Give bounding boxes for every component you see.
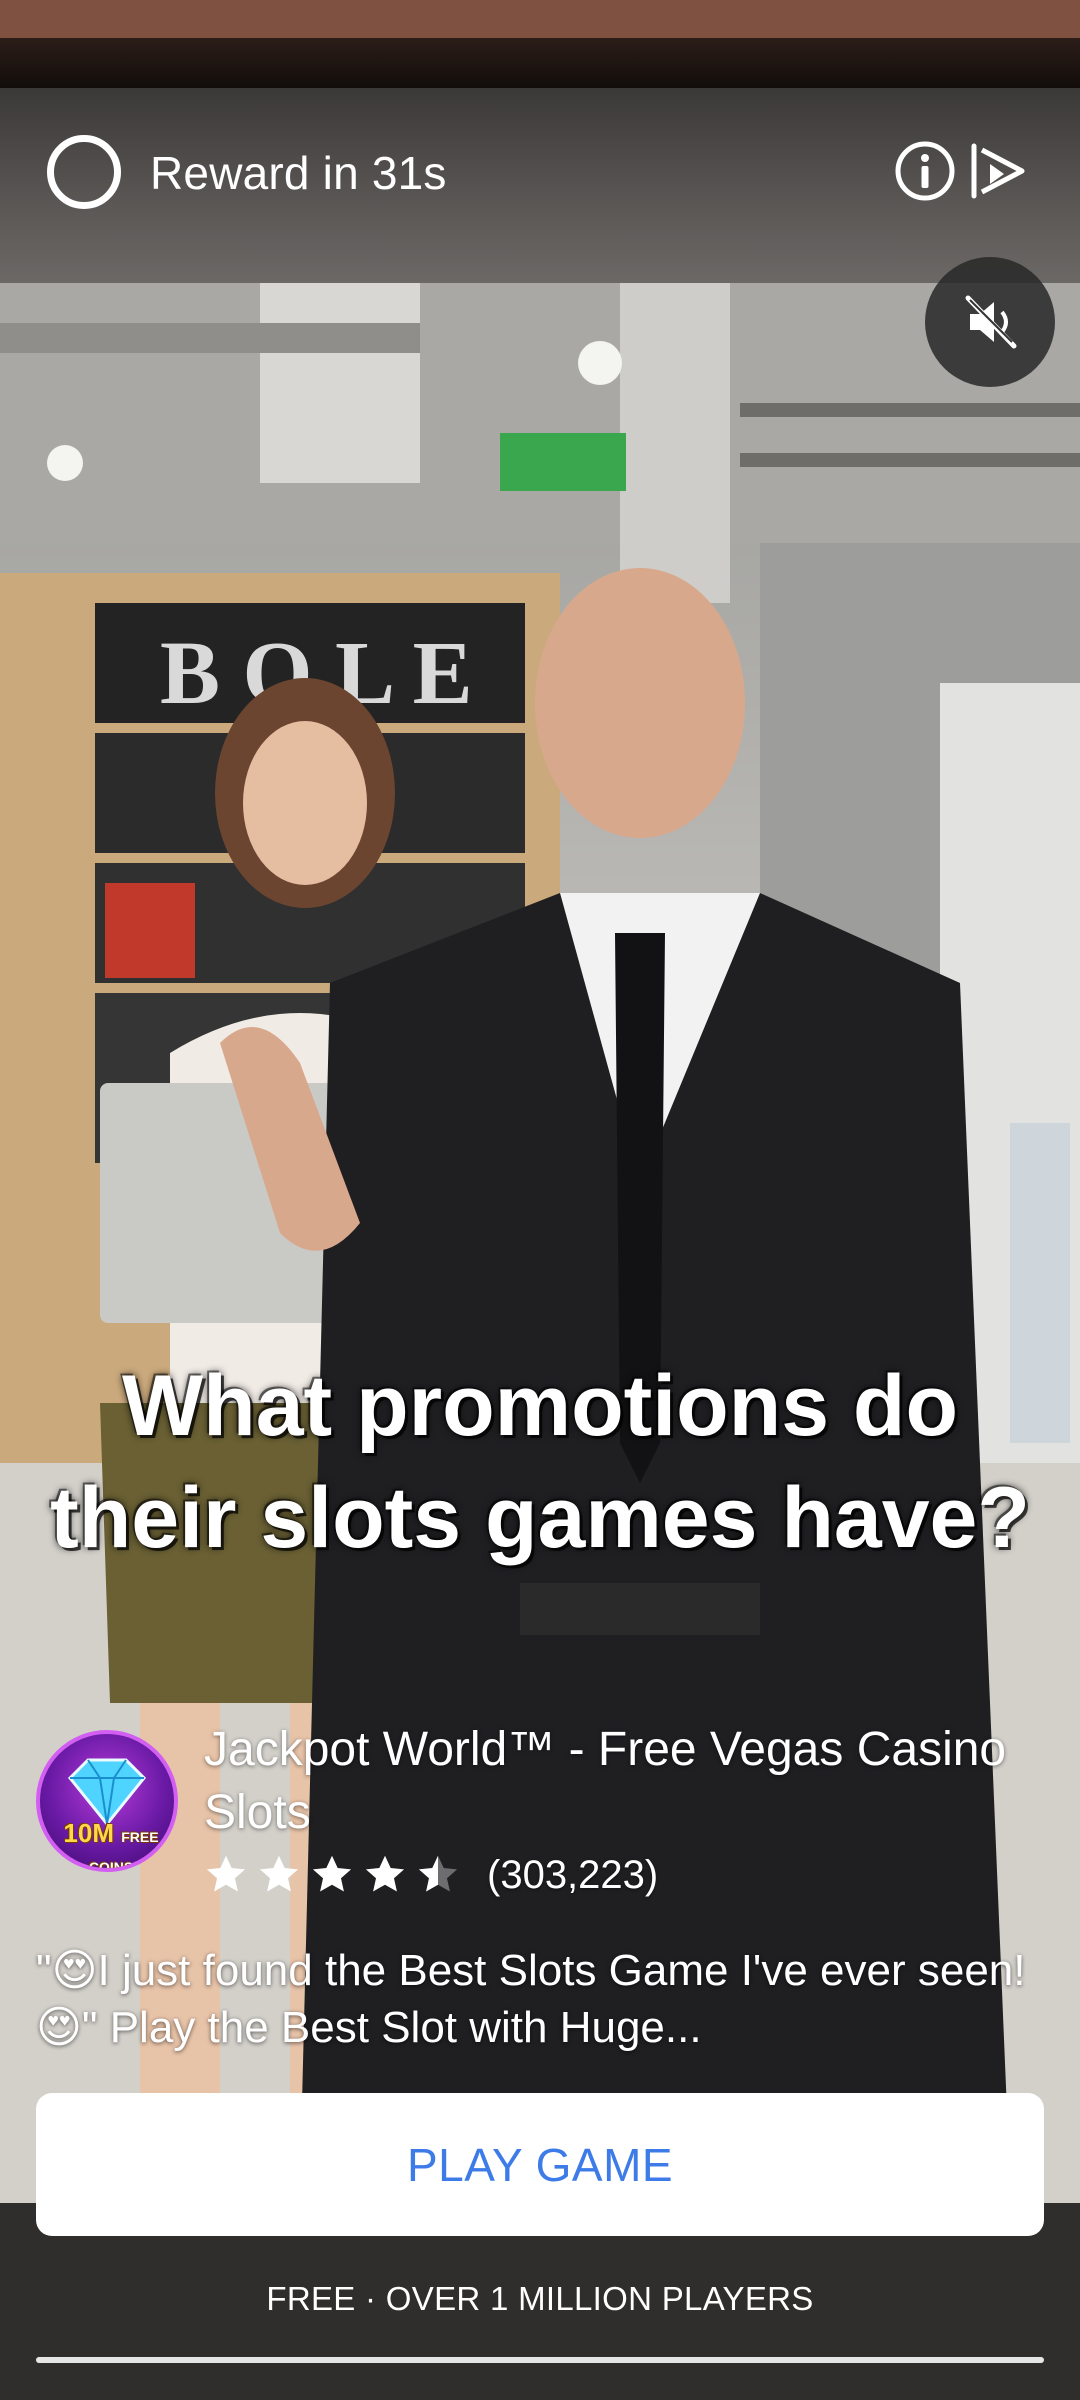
video-frame: B O L E bbox=[0, 283, 1080, 2203]
app-icon-amount: 10M bbox=[63, 1818, 114, 1848]
app-icon-badge: 10M FREE COINS bbox=[48, 1818, 174, 1868]
countdown-ring-icon bbox=[47, 135, 121, 209]
status-shade bbox=[0, 38, 1080, 88]
rating-row: (303,223) bbox=[204, 1848, 658, 1902]
video-player[interactable]: B O L E bbox=[0, 283, 1080, 2203]
info-icon[interactable] bbox=[894, 140, 956, 202]
mute-icon bbox=[965, 295, 1017, 349]
star-icon bbox=[312, 1855, 352, 1892]
footer-tagline: FREE · OVER 1 MILLION PLAYERS bbox=[266, 2280, 814, 2317]
video-caption: What promotions do their slots games hav… bbox=[0, 1350, 1080, 1574]
ad-screen: B O L E Reward in 31s What promotions do… bbox=[0, 0, 1080, 2400]
reward-countdown-label: Reward in 31s bbox=[150, 147, 447, 199]
star-icon bbox=[206, 1855, 246, 1892]
caption-line-1: What promotions do bbox=[122, 1358, 958, 1454]
star-icon bbox=[259, 1855, 299, 1892]
star-icon bbox=[365, 1855, 405, 1892]
rating-count: (303,223) bbox=[487, 1852, 659, 1897]
app-icon[interactable]: 10M FREE COINS bbox=[36, 1730, 178, 1872]
ad-description: "😍I just found the Best Slots Game I've … bbox=[36, 1946, 1026, 2052]
status-strip bbox=[0, 0, 1080, 38]
skip-icon[interactable] bbox=[966, 140, 1028, 202]
half-star-icon bbox=[418, 1855, 458, 1892]
app-title[interactable]: Jackpot World™ - Free Vegas Casino Slots bbox=[204, 1718, 1024, 1844]
caption-line-2: their slots games have? bbox=[50, 1470, 1030, 1566]
play-game-button[interactable]: PLAY GAME bbox=[36, 2093, 1044, 2236]
video-progress-fill bbox=[36, 2357, 1044, 2363]
mute-button[interactable] bbox=[925, 257, 1055, 387]
video-progress-bar bbox=[36, 2357, 1044, 2363]
